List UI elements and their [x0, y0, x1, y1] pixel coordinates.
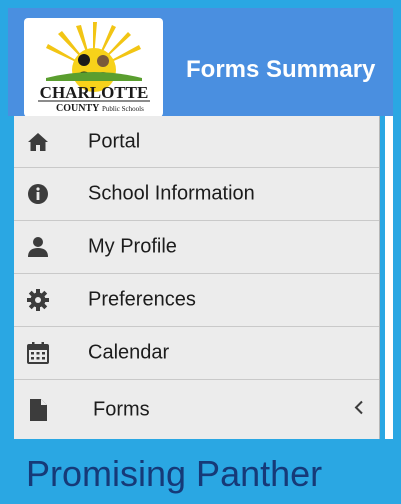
logo-graphic: CHARLOTTE COUNTY Public Schools [38, 22, 150, 114]
sidebar-item-school-information[interactable]: School Information [14, 168, 379, 221]
sidebar-item-label: My Profile [88, 235, 177, 258]
sidebar-item-calendar[interactable]: Calendar [14, 327, 379, 380]
info-icon [26, 182, 50, 206]
gear-icon [26, 288, 50, 312]
logo-text-charlotte: CHARLOTTE [40, 83, 149, 102]
footer-title: Promising Panther [26, 453, 323, 494]
sidebar-item-my-profile[interactable]: My Profile [14, 221, 379, 274]
sidebar-item-label: School Information [88, 182, 255, 205]
sidebar-menu: Portal School Information My Profile Pre… [14, 116, 380, 439]
sidebar-item-label: Calendar [88, 341, 170, 364]
content-edge [385, 116, 393, 439]
chevron-left-icon[interactable] [353, 399, 365, 420]
sidebar-item-label: Forms [93, 398, 150, 420]
logo-text-county: COUNTY [56, 103, 100, 114]
sidebar-item-portal[interactable]: Portal [14, 116, 379, 168]
user-icon [26, 235, 50, 259]
logo-text-public-schools: Public Schools [102, 105, 144, 113]
sidebar-item-label: Portal [88, 130, 141, 152]
calendar-icon [26, 341, 50, 365]
sidebar-item-forms[interactable]: Forms [14, 380, 379, 439]
file-icon [26, 398, 50, 422]
header-bar: CHARLOTTE COUNTY Public Schools Forms Su… [8, 8, 393, 117]
page-title: Forms Summary [186, 56, 376, 83]
sidebar-item-label: Preferences [88, 288, 196, 311]
footer-banner: Promising Panther [14, 439, 393, 504]
home-icon [26, 130, 50, 154]
district-logo[interactable]: CHARLOTTE COUNTY Public Schools [24, 18, 163, 117]
sidebar-item-preferences[interactable]: Preferences [14, 274, 379, 327]
